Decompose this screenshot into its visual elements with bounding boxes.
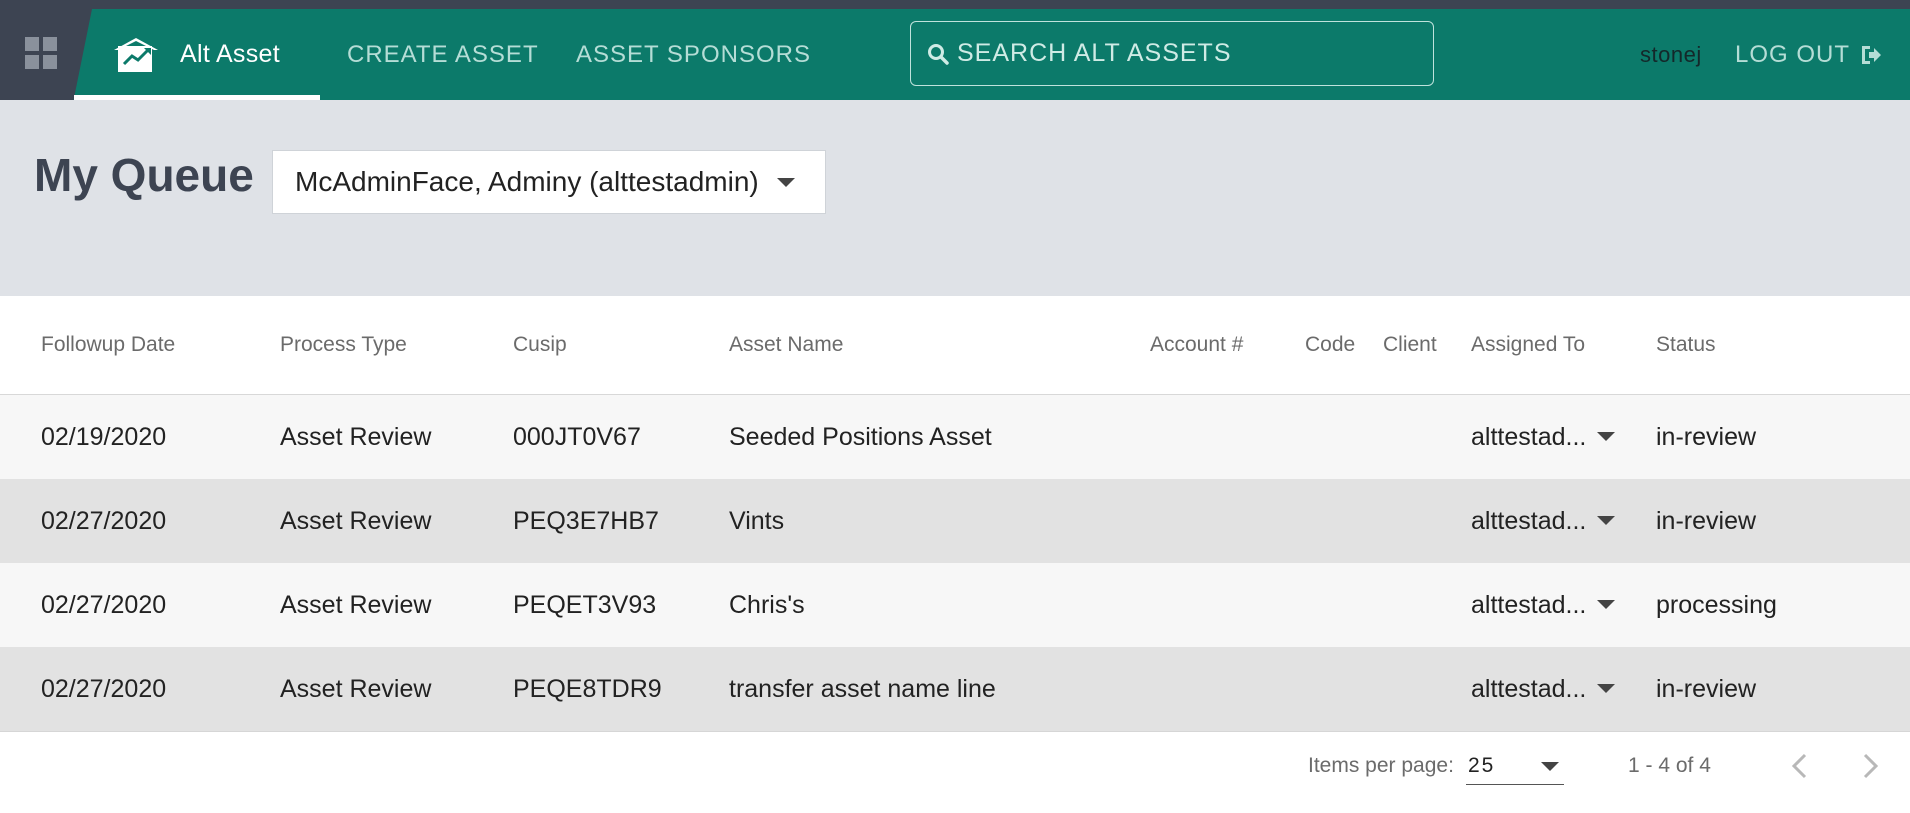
- assigned-to-value: alttestad...: [1471, 590, 1587, 619]
- logout-icon: [1862, 45, 1882, 64]
- cell-process-type: Asset Review: [280, 590, 432, 619]
- column-header-process-type[interactable]: Process Type: [280, 296, 407, 394]
- page-title: My Queue: [34, 149, 254, 201]
- nav-create-asset[interactable]: CREATE ASSET: [347, 9, 539, 100]
- column-header-asset-name[interactable]: Asset Name: [729, 296, 843, 394]
- column-header-client[interactable]: Client: [1383, 296, 1437, 394]
- cell-asset-name[interactable]: Seeded Positions Asset: [729, 395, 992, 479]
- column-header-code[interactable]: Code: [1305, 296, 1355, 394]
- cell-followup-date: 02/27/2020: [41, 590, 167, 619]
- chevron-right-icon[interactable]: [1850, 746, 1890, 786]
- dropdown-caret-icon: [1597, 684, 1615, 693]
- dropdown-caret-icon: [1597, 516, 1615, 525]
- search-input[interactable]: [955, 38, 1419, 69]
- cell-asset-name[interactable]: Chris's: [729, 563, 805, 647]
- dropdown-caret-icon: [1541, 762, 1559, 771]
- logout-button[interactable]: LOG OUT: [1735, 9, 1882, 100]
- column-header-status[interactable]: Status: [1656, 296, 1716, 394]
- brand-home-link[interactable]: Alt Asset: [74, 9, 320, 100]
- column-header-assigned-to[interactable]: Assigned To: [1471, 296, 1585, 394]
- logout-label: LOG OUT: [1735, 40, 1851, 68]
- assigned-to-value: alttestad...: [1471, 674, 1587, 703]
- dropdown-caret-icon: [1597, 600, 1615, 609]
- current-username: stonej: [1640, 41, 1702, 67]
- queue-owner-value: McAdminFace, Adminy (alttestadmin): [295, 166, 759, 197]
- table-row[interactable]: 02/19/2020 Asset Review 000JT0V67 Seeded…: [0, 395, 1910, 480]
- items-per-page-label: Items per page:: [1308, 754, 1454, 777]
- active-tab-indicator: [74, 95, 320, 100]
- assigned-to-value: alttestad...: [1471, 506, 1587, 535]
- cell-process-type: Asset Review: [280, 506, 432, 535]
- column-header-cusip[interactable]: Cusip: [513, 296, 567, 394]
- table-row[interactable]: 02/27/2020 Asset Review PEQ3E7HB7 Vints …: [0, 479, 1910, 564]
- nav-asset-sponsors[interactable]: ASSET SPONSORS: [576, 9, 811, 100]
- cell-process-type: Asset Review: [280, 674, 432, 703]
- dropdown-caret-icon: [776, 177, 795, 187]
- cell-status: in-review: [1656, 422, 1757, 451]
- dropdown-caret-icon: [1597, 432, 1615, 441]
- search-box[interactable]: [910, 21, 1434, 86]
- chevron-left-icon[interactable]: [1780, 746, 1820, 786]
- cell-status: in-review: [1656, 674, 1757, 703]
- table-header: Followup Date Process Type Cusip Asset N…: [0, 296, 1910, 395]
- items-per-page-select[interactable]: 25: [1466, 748, 1564, 785]
- queue-table: Followup Date Process Type Cusip Asset N…: [0, 296, 1910, 813]
- table-row[interactable]: 02/27/2020 Asset Review PEQET3V93 Chris'…: [0, 563, 1910, 648]
- paginator: Items per page: 25 1 - 4 of 4: [0, 736, 1910, 813]
- cell-cusip: PEQE8TDR9: [513, 674, 662, 703]
- assigned-to-value: alttestad...: [1471, 422, 1587, 451]
- top-navbar: Alt Asset CREATE ASSET ASSET SPONSORS st…: [0, 9, 1910, 100]
- brand-name: Alt Asset: [180, 40, 280, 68]
- assigned-to-select[interactable]: alttestad...: [1471, 395, 1621, 479]
- cell-cusip: 000JT0V67: [513, 422, 641, 451]
- top-strip: [0, 0, 1910, 9]
- page-range-label: 1 - 4 of 4: [1628, 754, 1711, 777]
- queue-owner-select[interactable]: McAdminFace, Adminy (alttestadmin): [272, 150, 826, 214]
- cell-cusip: PEQ3E7HB7: [513, 506, 659, 535]
- alt-asset-logo-icon: [114, 37, 158, 72]
- assigned-to-select[interactable]: alttestad...: [1471, 563, 1621, 647]
- column-header-followup-date[interactable]: Followup Date: [41, 296, 175, 394]
- cell-process-type: Asset Review: [280, 422, 432, 451]
- cell-asset-name[interactable]: transfer asset name line: [729, 647, 996, 731]
- search-icon: [928, 43, 949, 65]
- cell-followup-date: 02/27/2020: [41, 674, 167, 703]
- apps-grid-icon[interactable]: [25, 37, 57, 69]
- cell-status: processing: [1656, 590, 1777, 619]
- cell-asset-name[interactable]: Vints: [729, 479, 784, 563]
- assigned-to-select[interactable]: alttestad...: [1471, 479, 1621, 563]
- cell-followup-date: 02/19/2020: [41, 422, 167, 451]
- items-per-page-value: 25: [1468, 754, 1496, 777]
- cell-status: in-review: [1656, 506, 1757, 535]
- column-header-account[interactable]: Account #: [1150, 296, 1243, 394]
- assigned-to-select[interactable]: alttestad...: [1471, 647, 1621, 731]
- cell-cusip: PEQET3V93: [513, 590, 657, 619]
- cell-followup-date: 02/27/2020: [41, 506, 167, 535]
- table-row[interactable]: 02/27/2020 Asset Review PEQE8TDR9 transf…: [0, 647, 1910, 732]
